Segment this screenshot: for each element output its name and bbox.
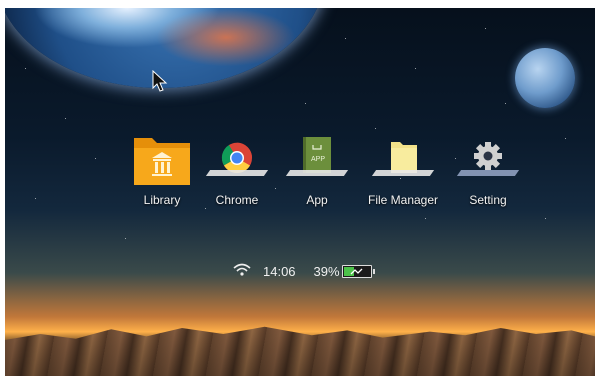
battery-tip <box>372 268 375 274</box>
icon-shelf <box>456 170 520 176</box>
app-icon-text: APP <box>311 156 325 163</box>
star <box>65 118 66 119</box>
star <box>565 138 566 139</box>
star <box>345 38 346 39</box>
app-setting[interactable]: Setting <box>438 128 538 207</box>
clock-time: 14:06 <box>263 263 296 279</box>
wifi-icon <box>233 263 251 280</box>
star <box>125 238 126 239</box>
star <box>305 103 306 104</box>
icon-shelf <box>205 170 269 176</box>
star <box>95 158 96 159</box>
icon-shelf <box>371 170 435 176</box>
app-app[interactable]: APP App <box>267 128 367 207</box>
star <box>425 218 426 219</box>
star <box>25 68 26 69</box>
app-app-label: App <box>306 193 328 207</box>
app-setting-label: Setting <box>469 193 507 207</box>
app-icon: APP <box>267 128 367 190</box>
star <box>545 218 546 219</box>
status-bar: 14:06 39% <box>233 261 375 281</box>
star <box>205 208 206 209</box>
battery-charging-icon <box>341 264 375 278</box>
star <box>485 28 486 29</box>
mouse-cursor-icon <box>152 70 168 92</box>
launcher-screen: Library Chrome APP App File Manager Sett… <box>5 8 595 376</box>
battery-percent: 39% <box>313 263 340 279</box>
icon-shelf <box>285 170 349 176</box>
landscape-wallpaper-image <box>5 326 595 376</box>
star <box>505 103 506 104</box>
star <box>35 198 36 199</box>
star <box>415 68 416 69</box>
gear-icon <box>438 128 538 190</box>
moon-wallpaper-image <box>515 48 575 108</box>
